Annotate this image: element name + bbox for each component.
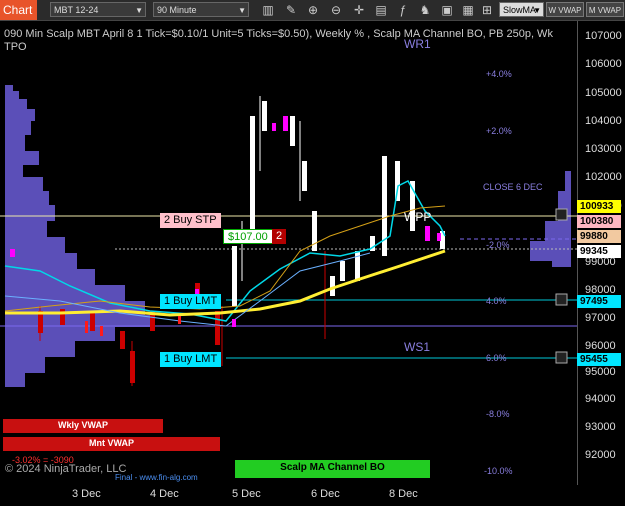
interval-select[interactable]: 90 Minute ▼ — [153, 2, 249, 17]
x-tick: 3 Dec — [72, 488, 101, 500]
pct-label: 4.0% — [486, 296, 507, 306]
price-tag-buy-limit-1: 97495 — [577, 295, 621, 308]
strategies-icon[interactable]: ♞ — [417, 2, 433, 18]
instrument-select[interactable]: MBT 12-24 ▼ — [50, 2, 146, 17]
chevron-down-icon: ▼ — [533, 6, 541, 15]
instrument-value: MBT 12-24 — [54, 5, 99, 15]
properties-icon[interactable]: ▤ — [373, 2, 389, 18]
indicator-select-value: SlowMA — [503, 5, 537, 15]
copyright-label: © 2024 NinjaTrader, LLC — [5, 463, 127, 475]
y-tick: 102000 — [585, 171, 622, 183]
x-tick: 4 Dec — [150, 488, 179, 500]
close-label: CLOSE 6 DEC — [483, 182, 543, 192]
bar-type-icon[interactable]: ▥ — [260, 2, 276, 18]
indicators-icon[interactable]: ƒ — [395, 2, 411, 18]
zoom-in-icon[interactable]: ⊕ — [305, 2, 321, 18]
w-vwap-button[interactable]: W VWAP — [546, 2, 584, 17]
pnl-tag[interactable]: $107.00 — [223, 229, 273, 244]
price-tag-buy-limit-2: 95455 — [577, 353, 621, 366]
y-tick: 107000 — [585, 30, 622, 42]
final-link[interactable]: Final - www.fin-alg.com — [115, 473, 198, 482]
price-tag-close: 100933 — [577, 200, 621, 213]
buy-stop-order-tag[interactable]: 2 Buy STP — [160, 213, 221, 228]
price-tag-wpp: 99880 — [577, 230, 621, 243]
wr1-label: WR1 — [404, 37, 431, 51]
pct-label: 6.0% — [486, 353, 507, 363]
wpp-label: WPP — [404, 210, 432, 224]
zoom-out-icon[interactable]: ⊖ — [328, 2, 344, 18]
indicator-select[interactable]: SlowMA ▼ — [499, 2, 544, 17]
y-tick: 97000 — [585, 312, 616, 324]
m-vwap-button[interactable]: M VWAP — [586, 2, 624, 17]
data-box-icon[interactable]: ▦ — [460, 2, 476, 18]
chart-menu-button[interactable]: Chart — [0, 0, 37, 20]
y-tick: 105000 — [585, 87, 622, 99]
ws1-label: WS1 — [404, 340, 431, 354]
drawing-tool-icon[interactable]: ✎ — [283, 2, 299, 18]
buy-limit-order-tag-1[interactable]: 1 Buy LMT — [160, 294, 222, 309]
x-tick: 6 Dec — [311, 488, 340, 500]
chart-title: 090 Min Scalp MBT April 8 1 Tick=$0.10/1… — [4, 28, 553, 53]
grid-icon[interactable]: ⊞ — [479, 2, 495, 18]
y-tick: 104000 — [585, 115, 622, 127]
y-tick: 103000 — [585, 143, 622, 155]
wkly-vwap-label: Wkly VWAP — [57, 420, 108, 430]
x-tick: 5 Dec — [232, 488, 261, 500]
close-order-marker — [555, 351, 568, 364]
y-tick: 92000 — [585, 449, 616, 461]
buy-limit-order-tag-2[interactable]: 1 Buy LMT — [160, 352, 222, 367]
pnl-qty-tag[interactable]: 2 — [272, 229, 287, 244]
channel-bo-label: Scalp MA Channel BO — [280, 462, 385, 473]
pct-label: -10.0% — [484, 466, 513, 476]
x-tick: 8 Dec — [389, 488, 418, 500]
chevron-down-icon: ▼ — [238, 6, 246, 15]
pct-label: +2.0% — [486, 126, 512, 136]
crosshair-icon[interactable]: ✛ — [351, 2, 367, 18]
chevron-down-icon: ▼ — [135, 6, 143, 15]
y-tick: 95000 — [585, 366, 616, 378]
pct-label: +4.0% — [486, 69, 512, 79]
y-tick: 106000 — [585, 58, 622, 70]
pct-label: -2.0% — [486, 240, 510, 250]
y-tick: 93000 — [585, 421, 616, 433]
close-order-marker — [555, 293, 568, 306]
interval-value: 90 Minute — [157, 5, 197, 15]
price-tag-last: 99345 — [577, 245, 621, 258]
mnt-vwap-label: Mnt VWAP — [89, 438, 134, 448]
pct-label: -8.0% — [486, 409, 510, 419]
chart-toolbar: Chart MBT 12-24 ▼ 90 Minute ▼ ▥ ✎ ⊕ ⊖ ✛ ▤ … — [0, 0, 625, 21]
order-entry-icon[interactable]: ▣ — [439, 2, 455, 18]
y-tick: 96000 — [585, 340, 616, 352]
y-tick: 94000 — [585, 393, 616, 405]
close-order-marker — [555, 208, 568, 221]
price-tag-buy-stop: 100380 — [577, 215, 621, 228]
